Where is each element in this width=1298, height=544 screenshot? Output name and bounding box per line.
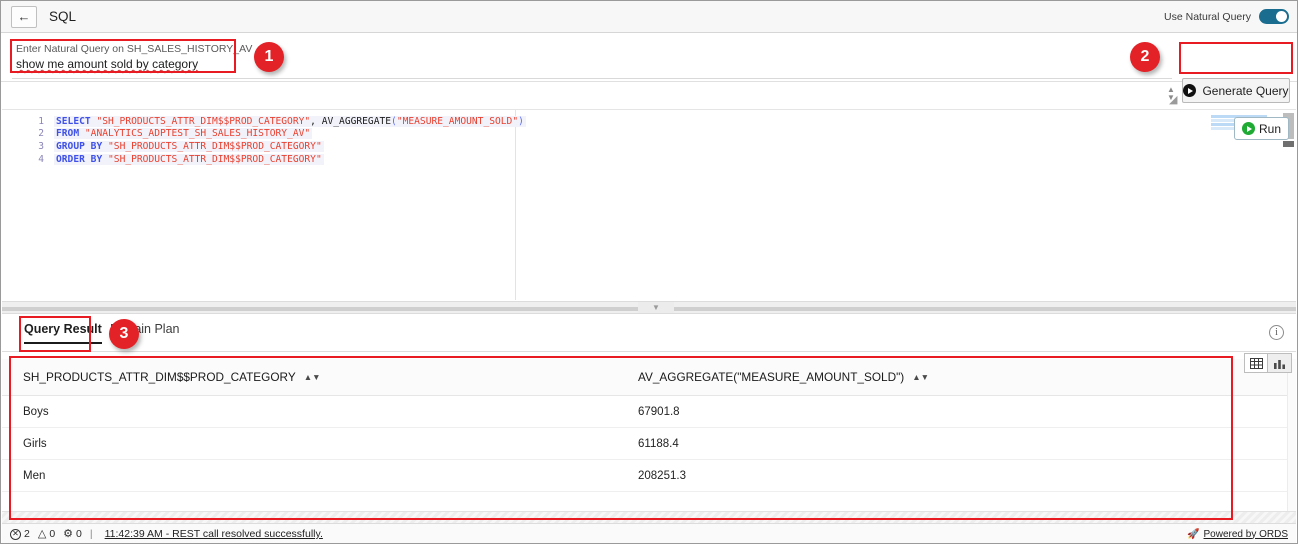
grid-body: Boys67901.8Girls61188.4Men208251.3: [2, 396, 1296, 492]
cell-amount: 61188.4: [638, 438, 1296, 450]
annotation-badge-2: 2: [1130, 42, 1160, 72]
generate-query-button[interactable]: Generate Query: [1182, 78, 1290, 103]
column-header-amount-label: AV_AGGREGATE("MEASURE_AMOUNT_SOLD"): [638, 370, 904, 384]
code-line: 2FROM "ANALYTICS_ADPTEST_SH_SALES_HISTOR…: [2, 128, 1222, 141]
use-natural-query-toggle[interactable]: [1259, 9, 1289, 24]
back-button[interactable]: ←: [11, 6, 37, 28]
warning-count: 0: [49, 528, 55, 540]
annotation-badge-3: 3: [109, 319, 139, 349]
code-token: SELECT: [56, 116, 91, 127]
powered-by-ords-link[interactable]: Powered by ORDS: [1204, 529, 1288, 540]
code-token: AV_AGGREGATE: [322, 116, 391, 127]
chevron-down-icon: ▼: [652, 303, 660, 312]
code-token: "SH_PRODUCTS_ATTR_DIM$$PROD_CATEGORY": [108, 154, 322, 165]
code-token: ): [518, 116, 524, 127]
code-token: "ANALYTICS_ADPTEST_SH_SALES_HISTORY_AV": [85, 128, 310, 139]
code-token: "SH_PRODUCTS_ATTR_DIM$$PROD_CATEGORY": [108, 141, 322, 152]
status-errors[interactable]: ✕ 2: [10, 528, 30, 540]
column-header-category[interactable]: SH_PRODUCTS_ATTR_DIM$$PROD_CATEGORY ▲▼: [2, 370, 638, 384]
generate-query-label: Generate Query: [1202, 84, 1288, 98]
code-token: BY: [91, 154, 103, 165]
grid-vertical-scrollbar[interactable]: [1287, 359, 1296, 511]
cell-category: Men: [2, 470, 638, 482]
status-right-group: 🚀 Powered by ORDS: [1187, 529, 1288, 540]
table-row[interactable]: Girls61188.4: [2, 428, 1296, 460]
code-lines-container[interactable]: 1SELECT "SH_PRODUCTS_ATTR_DIM$$PROD_CATE…: [2, 115, 1222, 165]
splitter-handle[interactable]: ▼: [638, 302, 674, 313]
grid-header-row: SH_PRODUCTS_ATTR_DIM$$PROD_CATEGORY ▲▼ A…: [2, 359, 1296, 396]
app-header: ← SQL Use Natural Query: [1, 1, 1297, 33]
column-header-amount[interactable]: AV_AGGREGATE("MEASURE_AMOUNT_SOLD") ▲▼: [638, 370, 1296, 384]
status-message[interactable]: 11:42:39 AM - REST call resolved success…: [105, 528, 323, 540]
run-label: Run: [1259, 122, 1281, 136]
query-result-grid: SH_PRODUCTS_ATTR_DIM$$PROD_CATEGORY ▲▼ A…: [2, 359, 1296, 511]
play-icon: [1183, 84, 1196, 97]
grid-view-glyph: [1250, 358, 1263, 369]
sort-icon[interactable]: ▲▼: [304, 373, 321, 381]
settings-count: 0: [76, 528, 82, 540]
header-right-group: Use Natural Query: [1164, 9, 1289, 24]
warning-icon: △: [38, 529, 46, 540]
code-line: 1SELECT "SH_PRODUCTS_ATTR_DIM$$PROD_CATE…: [2, 115, 1222, 128]
natural-query-value: show me amount sold by category: [16, 56, 228, 72]
editor-scroll-marker[interactable]: [1283, 141, 1294, 147]
natural-query-underline: [12, 78, 1172, 79]
sql-code-editor[interactable]: 1SELECT "SH_PRODUCTS_ATTR_DIM$$PROD_CATE…: [2, 109, 1296, 301]
code-token: "MEASURE_AMOUNT_SOLD": [397, 116, 518, 127]
chart-view-icon[interactable]: [1268, 353, 1292, 373]
code-token: "SH_PRODUCTS_ATTR_DIM$$PROD_CATEGORY": [96, 116, 310, 127]
code-token: ORDER: [56, 154, 85, 165]
code-token: FROM: [56, 128, 79, 139]
result-view-toggle: [1244, 353, 1292, 373]
code-text: FROM "ANALYTICS_ADPTEST_SH_SALES_HISTORY…: [54, 128, 312, 139]
panel-bottom-strip: [2, 511, 1296, 523]
annotation-badge-1: 1: [254, 42, 284, 72]
info-icon[interactable]: i: [1269, 325, 1284, 340]
natural-query-hint: Enter Natural Query on SH_SALES_HISTORY_…: [16, 42, 228, 56]
code-text: SELECT "SH_PRODUCTS_ATTR_DIM$$PROD_CATEG…: [54, 116, 526, 127]
code-text: GROUP BY "SH_PRODUCTS_ATTR_DIM$$PROD_CAT…: [54, 141, 324, 152]
code-token: GROUP: [56, 141, 85, 152]
cell-amount: 67901.8: [638, 406, 1296, 418]
cell-category: Girls: [2, 438, 638, 450]
code-line: 3GROUP BY "SH_PRODUCTS_ATTR_DIM$$PROD_CA…: [2, 140, 1222, 153]
use-natural-query-label: Use Natural Query: [1164, 11, 1251, 23]
status-settings[interactable]: ⚙ 0: [63, 528, 82, 540]
error-count: 2: [24, 528, 30, 540]
code-text: ORDER BY "SH_PRODUCTS_ATTR_DIM$$PROD_CAT…: [54, 154, 324, 165]
code-line: 4ORDER BY "SH_PRODUCTS_ATTR_DIM$$PROD_CA…: [2, 153, 1222, 166]
natural-query-bar: Enter Natural Query on SH_SALES_HISTORY_…: [1, 34, 1297, 82]
rocket-icon: 🚀: [1187, 529, 1199, 540]
editor-minimap[interactable]: [1211, 115, 1279, 300]
panel-splitter[interactable]: ▼: [2, 301, 1296, 314]
natural-query-input[interactable]: Enter Natural Query on SH_SALES_HISTORY_…: [12, 39, 232, 77]
sql-worksheet-app: ← SQL Use Natural Query Enter Natural Qu…: [0, 0, 1298, 544]
status-warnings[interactable]: △ 0: [38, 528, 55, 540]
table-row[interactable]: Boys67901.8: [2, 396, 1296, 428]
play-green-icon: [1242, 122, 1255, 135]
code-token: ,: [310, 116, 322, 127]
status-separator: |: [90, 528, 93, 540]
status-bar: ✕ 2 △ 0 ⚙ 0 | 11:42:39 AM - REST call re…: [2, 523, 1296, 544]
line-number: 3: [2, 141, 54, 152]
arrow-left-icon: ←: [18, 10, 31, 23]
table-row[interactable]: Men208251.3: [2, 460, 1296, 492]
results-tabbar: Query Result Explain Plan i: [2, 315, 1296, 352]
line-number: 2: [2, 128, 54, 139]
cell-category: Boys: [2, 406, 638, 418]
line-number: 1: [2, 116, 54, 127]
cell-amount: 208251.3: [638, 470, 1296, 482]
tab-query-result[interactable]: Query Result: [24, 322, 102, 344]
bar-chart-glyph: [1273, 358, 1286, 369]
sort-icon[interactable]: ▲▼: [912, 373, 929, 381]
line-number: 4: [2, 154, 54, 165]
run-button[interactable]: Run: [1234, 117, 1289, 140]
grid-view-icon[interactable]: [1244, 353, 1268, 373]
column-header-category-label: SH_PRODUCTS_ATTR_DIM$$PROD_CATEGORY: [23, 370, 296, 384]
textarea-resize-grip[interactable]: ◢: [1169, 94, 1181, 106]
gear-icon: ⚙: [63, 529, 73, 540]
page-title: SQL: [49, 9, 76, 24]
error-icon: ✕: [10, 529, 21, 540]
code-token: BY: [91, 141, 103, 152]
